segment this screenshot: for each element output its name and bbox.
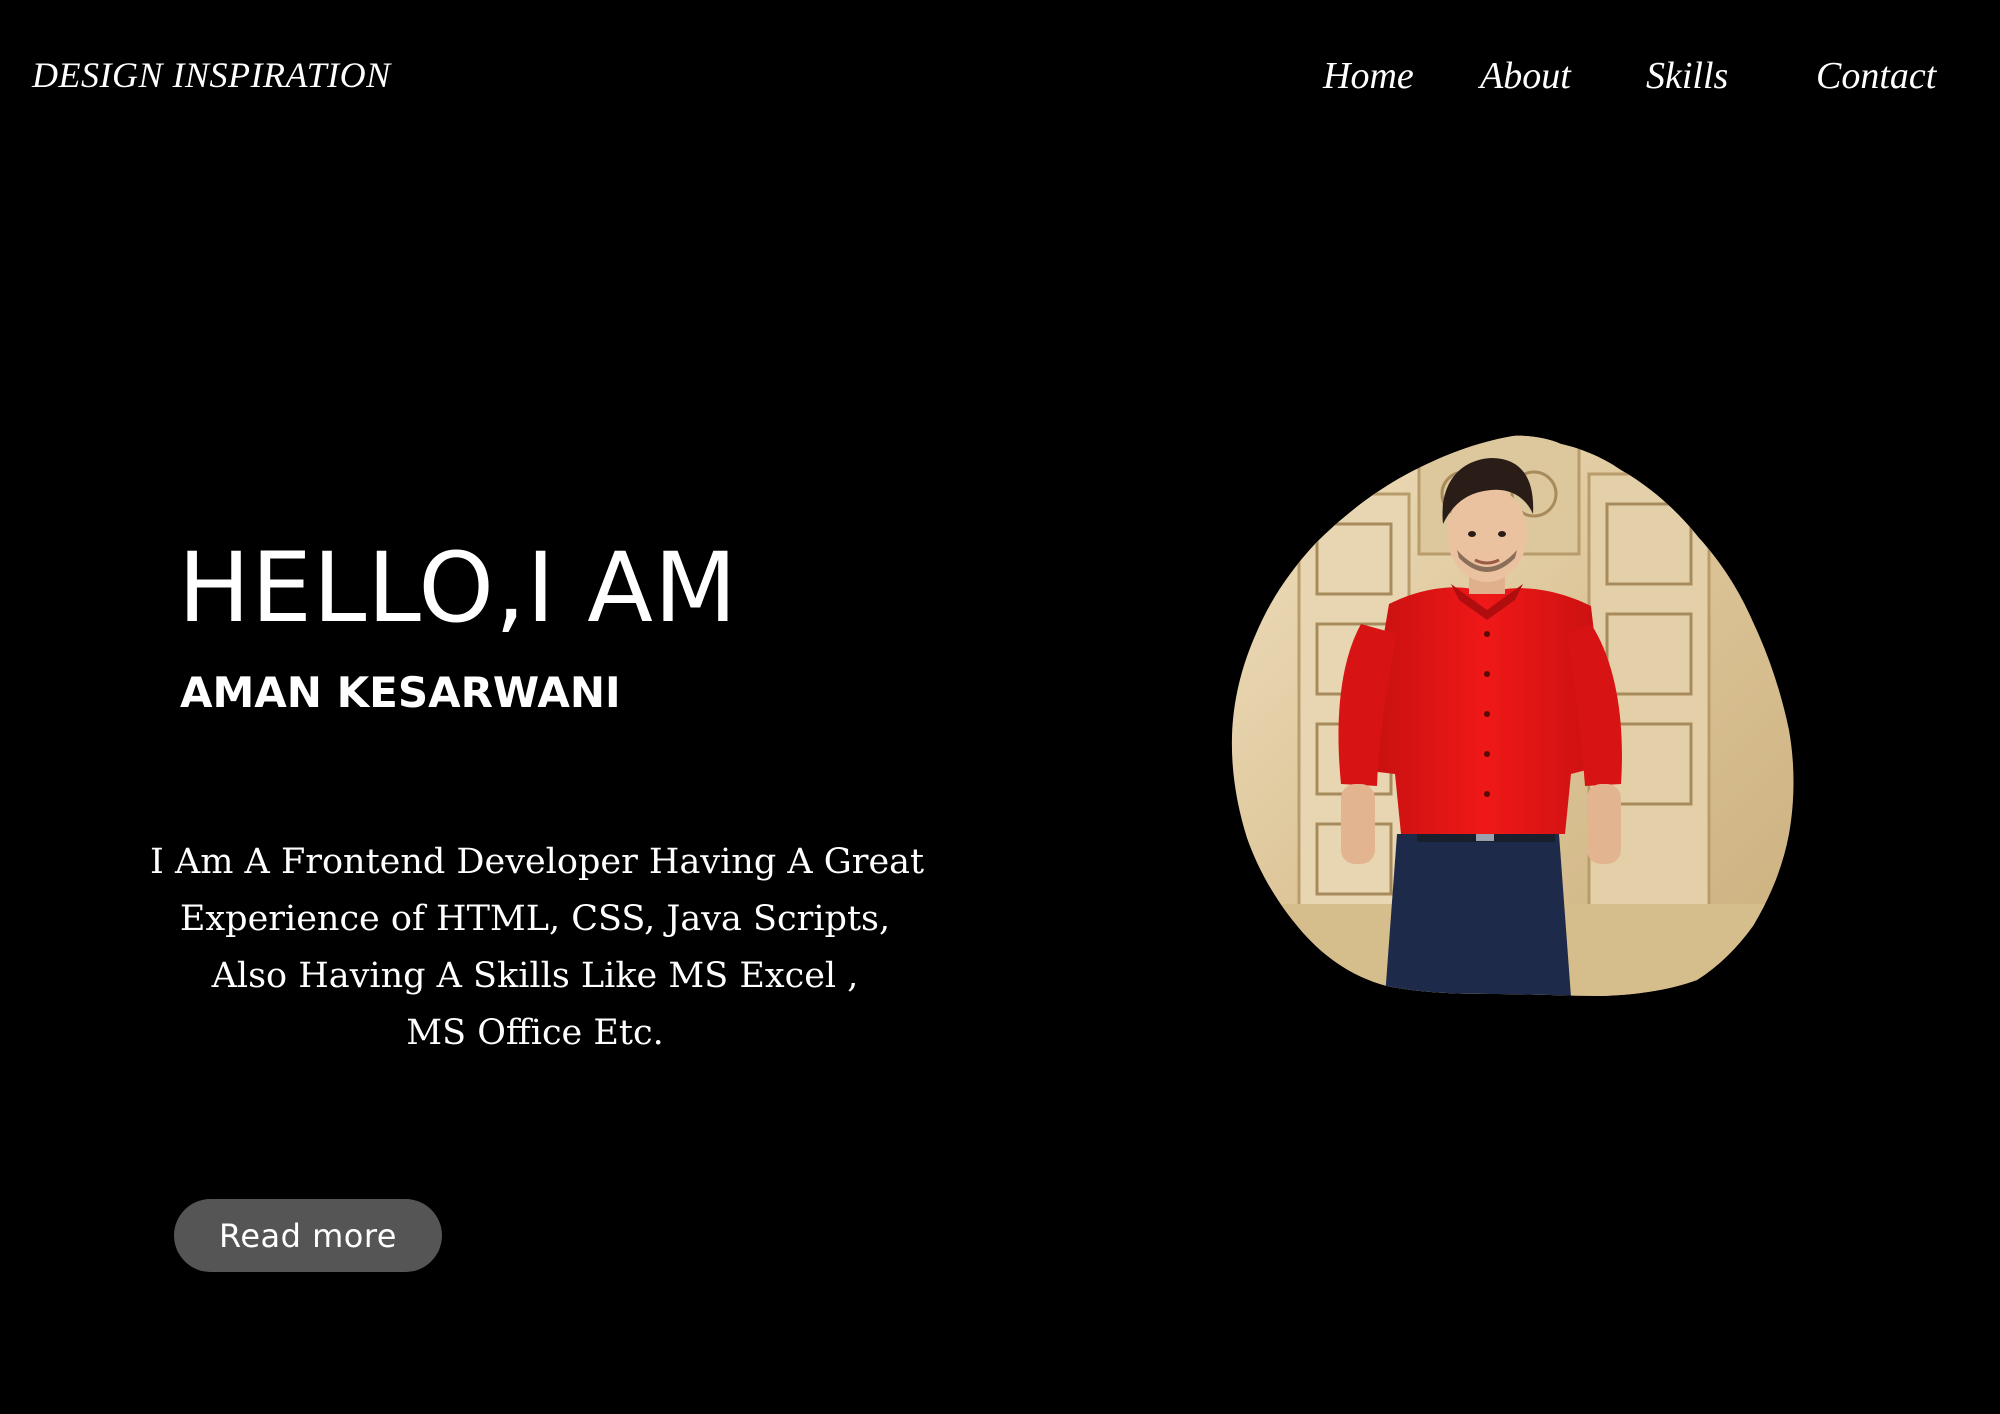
- nav-contact[interactable]: Contact: [1816, 54, 1936, 98]
- nav-about[interactable]: About: [1480, 54, 1571, 98]
- description-line: MS Office Etc.: [406, 1013, 664, 1053]
- hero-description: I Am A Frontend Developer Having A Great…: [150, 834, 925, 1062]
- description-line: Experience of HTML, CSS, Java Scripts,: [179, 899, 891, 939]
- description-line: Also Having A Skills Like MS Excel ,: [211, 956, 859, 996]
- nav-home[interactable]: Home: [1323, 54, 1414, 98]
- nav-skills[interactable]: Skills: [1646, 54, 1728, 98]
- hero-name: AMAN KESARWANI: [180, 668, 621, 717]
- hero-title: HELLO,I AM: [178, 532, 738, 644]
- site-brand[interactable]: DESIGN INSPIRATION: [32, 54, 391, 96]
- read-more-button[interactable]: Read more: [174, 1199, 442, 1272]
- description-line: I Am A Frontend Developer Having A Great: [150, 842, 925, 882]
- profile-photo: [1229, 434, 1797, 997]
- profile-photo-illustration: [1231, 435, 1794, 997]
